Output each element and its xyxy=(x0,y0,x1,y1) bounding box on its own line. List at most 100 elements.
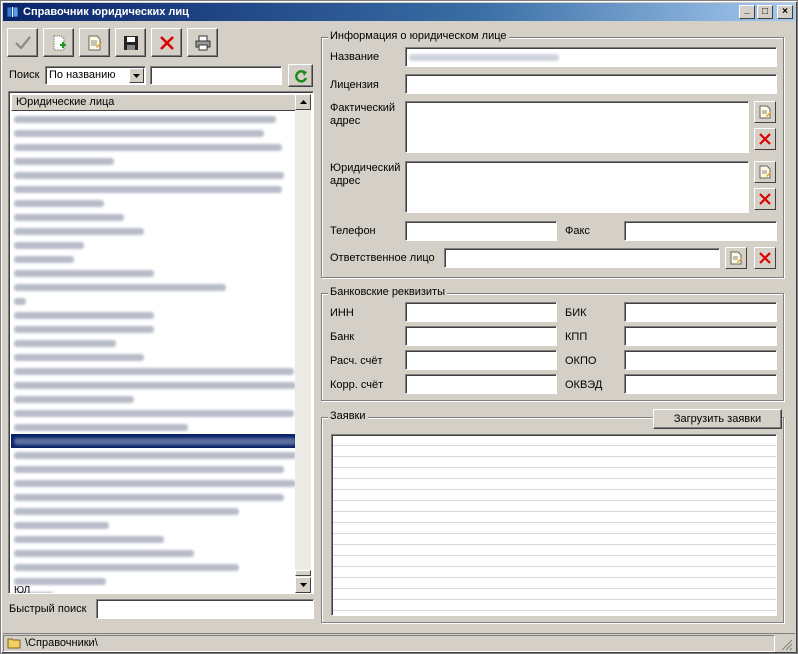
okpo-field[interactable] xyxy=(624,350,777,370)
list-item[interactable] xyxy=(11,490,296,504)
list-item[interactable] xyxy=(11,280,296,294)
list-item-redacted-text xyxy=(14,157,114,165)
license-field[interactable] xyxy=(405,74,777,94)
fax-field[interactable] xyxy=(624,221,777,241)
list-item-redacted-text xyxy=(14,563,239,571)
actual-address-clear-button[interactable] xyxy=(754,128,776,150)
list-item[interactable] xyxy=(11,532,296,546)
name-field[interactable] xyxy=(405,47,777,67)
list-item-redacted-text xyxy=(14,549,194,557)
list-item[interactable] xyxy=(11,294,296,308)
list-item[interactable] xyxy=(11,588,296,593)
title-bar[interactable]: Справочник юридических лиц _ □ × xyxy=(3,3,795,21)
minimize-button[interactable]: _ xyxy=(739,5,755,19)
account-field[interactable] xyxy=(405,350,557,370)
list-item[interactable] xyxy=(11,518,296,532)
phone-label: Телефон xyxy=(330,225,376,237)
scroll-thumb[interactable] xyxy=(295,570,311,576)
corr-account-field[interactable] xyxy=(405,374,557,394)
list-item[interactable] xyxy=(11,112,296,126)
print-button[interactable] xyxy=(187,28,218,57)
list-item[interactable] xyxy=(11,168,296,182)
save-button[interactable] xyxy=(115,28,146,57)
load-requests-label: Загрузить заявки xyxy=(673,413,762,425)
list-item[interactable] xyxy=(11,420,296,434)
legal-address-field[interactable] xyxy=(405,161,749,213)
okved-field[interactable] xyxy=(624,374,777,394)
legal-address-edit-button[interactable] xyxy=(754,161,776,183)
list-item[interactable] xyxy=(11,126,296,140)
list-item[interactable] xyxy=(11,224,296,238)
legal-address-clear-button[interactable] xyxy=(754,188,776,210)
red-x-icon xyxy=(759,193,771,205)
refresh-button[interactable] xyxy=(288,64,313,87)
red-x-icon xyxy=(759,252,771,264)
list-item[interactable] xyxy=(11,266,296,280)
list-item[interactable] xyxy=(11,574,296,588)
responsible-person-clear-button[interactable] xyxy=(754,247,776,269)
list-item[interactable] xyxy=(11,462,296,476)
actual-address-field[interactable] xyxy=(405,101,749,153)
legal-entities-list[interactable]: Юридические лица ЮЛ xyxy=(8,91,314,594)
maximize-icon: □ xyxy=(761,6,769,17)
list-item[interactable] xyxy=(11,308,296,322)
phone-field[interactable] xyxy=(405,221,557,241)
list-item[interactable] xyxy=(11,504,296,518)
resize-grip-icon[interactable] xyxy=(777,635,793,651)
quick-search-input[interactable] xyxy=(96,599,314,619)
apply-button[interactable] xyxy=(7,28,38,57)
requests-grid[interactable] xyxy=(331,434,777,616)
maximize-button[interactable]: □ xyxy=(757,5,773,19)
list-item[interactable] xyxy=(11,378,296,392)
list-item-redacted-text xyxy=(14,479,296,487)
bank-label: Банк xyxy=(330,331,355,343)
close-button[interactable]: × xyxy=(777,5,793,19)
search-input[interactable] xyxy=(150,66,282,85)
list-item[interactable] xyxy=(11,182,296,196)
bank-field[interactable] xyxy=(405,326,557,346)
list-item[interactable] xyxy=(11,322,296,336)
list-item[interactable] xyxy=(11,154,296,168)
list-item[interactable] xyxy=(11,448,296,462)
list-item[interactable] xyxy=(11,406,296,420)
list-item-redacted-text xyxy=(14,311,154,319)
list-item[interactable] xyxy=(11,350,296,364)
search-mode-select[interactable]: По названию xyxy=(45,66,146,85)
add-button[interactable] xyxy=(43,28,74,57)
scroll-up-button[interactable] xyxy=(295,94,311,110)
bik-field[interactable] xyxy=(624,302,777,322)
list-item-redacted-text xyxy=(14,535,164,543)
list-item[interactable] xyxy=(11,476,296,490)
load-requests-button[interactable]: Загрузить заявки xyxy=(653,409,782,429)
list-column-header[interactable]: Юридические лица xyxy=(11,94,296,111)
fax-label: Факс xyxy=(565,225,590,237)
list-item[interactable] xyxy=(11,210,296,224)
list-item[interactable] xyxy=(11,140,296,154)
list-item[interactable] xyxy=(11,434,296,448)
list-item-redacted-text xyxy=(14,143,282,151)
book-icon xyxy=(6,6,19,18)
list-item[interactable] xyxy=(11,252,296,266)
floppy-disk-icon xyxy=(123,35,138,50)
list-item[interactable] xyxy=(11,546,296,560)
list-item[interactable] xyxy=(11,364,296,378)
list-item[interactable] xyxy=(11,238,296,252)
responsible-person-edit-button[interactable] xyxy=(725,247,747,269)
edit-button[interactable] xyxy=(79,28,110,57)
actual-address-edit-button[interactable] xyxy=(754,101,776,123)
name-label: Название xyxy=(330,51,380,63)
list-item[interactable] xyxy=(11,336,296,350)
responsible-person-field[interactable] xyxy=(444,248,720,268)
inn-field[interactable] xyxy=(405,302,557,322)
list-item[interactable] xyxy=(11,196,296,210)
status-path-cell: \Справочники\ xyxy=(3,634,775,652)
search-mode-dropdown-button[interactable] xyxy=(129,68,144,83)
list-item[interactable] xyxy=(11,560,296,574)
scroll-down-button[interactable] xyxy=(295,577,311,593)
list-item-redacted-text xyxy=(14,255,74,263)
delete-button[interactable] xyxy=(151,28,182,57)
kpp-field[interactable] xyxy=(624,326,777,346)
list-scrollbar[interactable] xyxy=(295,94,311,593)
list-item[interactable] xyxy=(11,392,296,406)
status-bar: \Справочники\ xyxy=(3,633,795,652)
